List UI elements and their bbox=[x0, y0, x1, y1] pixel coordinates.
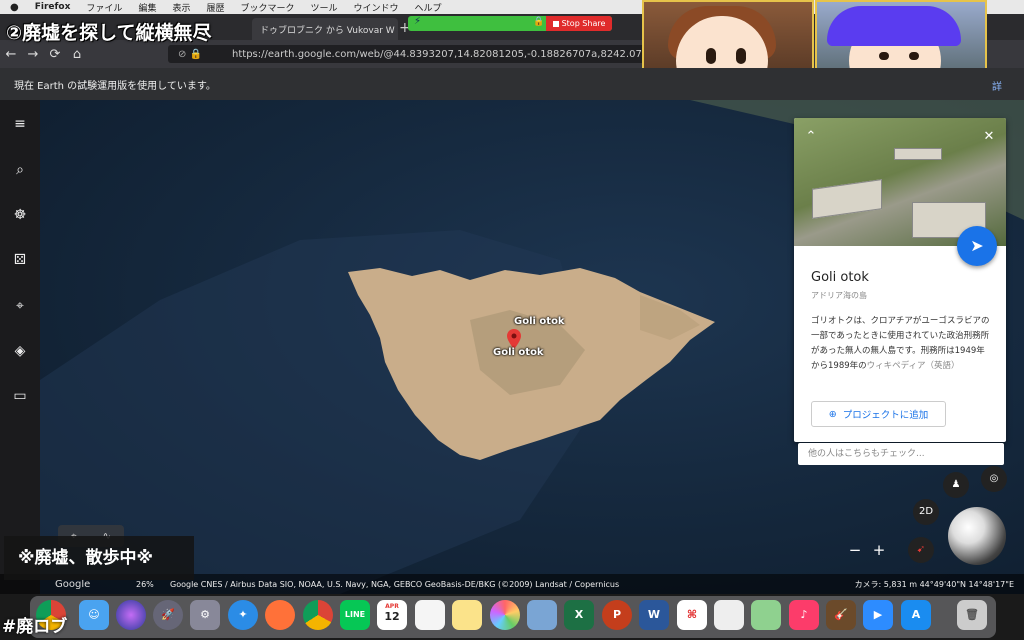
home-icon[interactable]: ⌂ bbox=[66, 47, 88, 62]
reload-icon[interactable]: ⟳ bbox=[44, 47, 66, 62]
compass-icon[interactable]: ➹ bbox=[908, 537, 934, 563]
voyager-icon[interactable]: ☸ bbox=[10, 205, 30, 225]
card-source-link[interactable]: ウィキペディア（英語） bbox=[867, 361, 960, 371]
photos-icon[interactable] bbox=[490, 600, 520, 630]
projects-icon[interactable]: ⌖ bbox=[10, 296, 30, 316]
word-icon[interactable]: W bbox=[639, 600, 669, 630]
apple-menu-icon[interactable]: ● bbox=[10, 2, 19, 13]
knowledge-card: ⌃ ✕ Goli otok アドリア海の島 ゴリオトクは、クロアチアがユーゴスラ… bbox=[794, 118, 1006, 442]
launchpad-icon[interactable]: 🚀 bbox=[153, 600, 183, 630]
my-location-icon[interactable]: ◎ bbox=[981, 466, 1007, 492]
stop-share-button[interactable]: Stop Share bbox=[546, 16, 612, 31]
url-bar[interactable]: ⊘ 🔒 https://earth.google.com/web/@44.839… bbox=[168, 45, 648, 63]
stream-caption: ※廃墟、散歩中※ bbox=[4, 536, 194, 580]
camera-coordinates: カメラ: 5,831 m 44°49'40"N 14°48'17"E bbox=[854, 579, 1014, 589]
chrome-icon-2[interactable] bbox=[303, 600, 333, 630]
collapse-card-icon[interactable]: ⌃ bbox=[802, 128, 820, 146]
add-project-label: プロジェクトに追加 bbox=[842, 410, 929, 421]
site-info-icon[interactable]: ⊘ 🔒 bbox=[178, 49, 202, 60]
globe-icon[interactable] bbox=[948, 507, 1006, 565]
menu-app-name[interactable]: Firefox bbox=[35, 2, 71, 12]
avatar-eye bbox=[736, 48, 746, 64]
zoom-in-button[interactable]: + bbox=[873, 541, 886, 559]
keynote-icon[interactable] bbox=[714, 600, 744, 630]
menu-item-window[interactable]: ウインドウ bbox=[354, 1, 399, 14]
card-description: ゴリオトクは、クロアチアがユーゴスラビアの一部であったときに使用されていた政治刑… bbox=[811, 314, 991, 374]
url-text: https://earth.google.com/web/@44.8393207… bbox=[232, 48, 648, 60]
stop-share-label: Stop Share bbox=[561, 19, 606, 28]
calendar-month: APR bbox=[385, 603, 399, 610]
finder-icon[interactable]: ☺ bbox=[79, 600, 109, 630]
location-pin-icon[interactable] bbox=[507, 329, 521, 349]
menu-item-file[interactable]: ファイル bbox=[86, 1, 122, 14]
powerpoint-icon[interactable]: P bbox=[602, 600, 632, 630]
avatar-eye bbox=[909, 52, 919, 60]
excel-icon[interactable]: X bbox=[564, 600, 594, 630]
avatar-hat bbox=[827, 6, 961, 46]
browser-tab[interactable]: ドゥブロブニク から Vukovar W bbox=[252, 18, 398, 40]
firefox-icon[interactable] bbox=[265, 600, 295, 630]
music-icon[interactable]: ♪ bbox=[789, 600, 819, 630]
card-subtitle: アドリア海の島 bbox=[811, 291, 867, 300]
google-logo: Google bbox=[55, 578, 91, 590]
maps-icon[interactable] bbox=[751, 600, 781, 630]
place-label-goli-otok-pin[interactable]: Goli otok bbox=[493, 347, 544, 358]
menu-item-help[interactable]: ヘルプ bbox=[415, 1, 442, 14]
share-bolt-icon: ⚡ bbox=[414, 16, 422, 27]
menu-icon[interactable]: ≡ bbox=[10, 114, 30, 134]
add-to-project-button[interactable]: ⊕ プロジェクトに追加 bbox=[811, 401, 946, 427]
stream-hashtag: #廃ロブ bbox=[2, 617, 68, 637]
experimental-notice: 現在 Earth の試験運用版を使用しています。 bbox=[0, 68, 1024, 100]
macos-dock: ☺ 🚀 ⚙ ✦ LINE APR 12 X P W ⌘ ♪ 🎸 ▶ A 🗑 bbox=[0, 594, 1024, 640]
garageband-icon[interactable]: 🎸 bbox=[826, 600, 856, 630]
close-card-icon[interactable]: ✕ bbox=[980, 128, 998, 146]
zoom-controls: − + bbox=[843, 540, 891, 560]
data-credits[interactable]: Google CNES / Airbus Data SIO, NOAA, U.S… bbox=[170, 580, 619, 589]
map-style-icon[interactable]: ◈ bbox=[10, 341, 30, 361]
menu-item-edit[interactable]: 編集 bbox=[138, 1, 156, 14]
stream-title: ②廃墟を探して縦横無尽 bbox=[6, 22, 212, 44]
view-mode-button[interactable]: 2D bbox=[913, 499, 939, 525]
textedit-icon[interactable] bbox=[415, 600, 445, 630]
menu-item-history[interactable]: 履歴 bbox=[206, 1, 224, 14]
preview-icon[interactable] bbox=[527, 600, 557, 630]
system-preferences-icon[interactable]: ⚙ bbox=[190, 600, 220, 630]
zoom-out-button[interactable]: − bbox=[849, 541, 862, 559]
photo-building bbox=[812, 179, 882, 219]
place-label-goli-otok[interactable]: Goli otok bbox=[514, 316, 565, 327]
measure-icon[interactable]: ▭ bbox=[10, 386, 30, 406]
notice-text: 現在 Earth の試験運用版を使用しています。 bbox=[14, 80, 216, 92]
lock-icon: 🔒 bbox=[533, 17, 545, 27]
pegman-icon[interactable]: ♟ bbox=[943, 472, 969, 498]
calendar-icon[interactable]: APR 12 bbox=[377, 600, 407, 630]
feeling-lucky-icon[interactable]: ⚄ bbox=[10, 250, 30, 270]
others-also-search[interactable]: 他の人はこちらもチェック... bbox=[798, 443, 1004, 465]
card-title: Goli otok bbox=[811, 270, 869, 285]
tab-label: ドゥブロブニク から Vukovar W bbox=[260, 25, 395, 36]
share-button[interactable]: ➤ bbox=[957, 226, 997, 266]
menu-item-view[interactable]: 表示 bbox=[172, 1, 190, 14]
safari-icon[interactable]: ✦ bbox=[228, 600, 258, 630]
acrobat-icon[interactable]: ⌘ bbox=[677, 600, 707, 630]
siri-icon[interactable] bbox=[116, 600, 146, 630]
add-pin-icon: ⊕ bbox=[828, 408, 837, 420]
menu-item-tools[interactable]: ツール bbox=[311, 1, 338, 14]
photo-building bbox=[894, 148, 942, 160]
screen-share-bar: ⚡ 🔒 Stop Share bbox=[408, 16, 612, 31]
back-icon[interactable]: ← bbox=[0, 47, 22, 62]
notice-link[interactable]: 詳 bbox=[992, 78, 1002, 93]
menu-item-bookmarks[interactable]: ブックマーク bbox=[240, 1, 294, 14]
line-icon[interactable]: LINE bbox=[340, 600, 370, 630]
loading-percent: 26% bbox=[136, 579, 154, 589]
app-store-icon[interactable]: A bbox=[901, 600, 931, 630]
zoom-app-icon[interactable]: ▶ bbox=[863, 600, 893, 630]
trash-icon[interactable]: 🗑 bbox=[957, 600, 987, 630]
forward-icon[interactable]: → bbox=[22, 47, 44, 62]
avatar-eye bbox=[706, 48, 716, 64]
search-icon[interactable]: ⌕ bbox=[10, 160, 30, 180]
earth-sidebar: ≡ ⌕ ☸ ⚄ ⌖ ◈ ▭ bbox=[0, 100, 40, 594]
avatar-eye bbox=[879, 52, 889, 60]
notes-icon[interactable] bbox=[452, 600, 482, 630]
